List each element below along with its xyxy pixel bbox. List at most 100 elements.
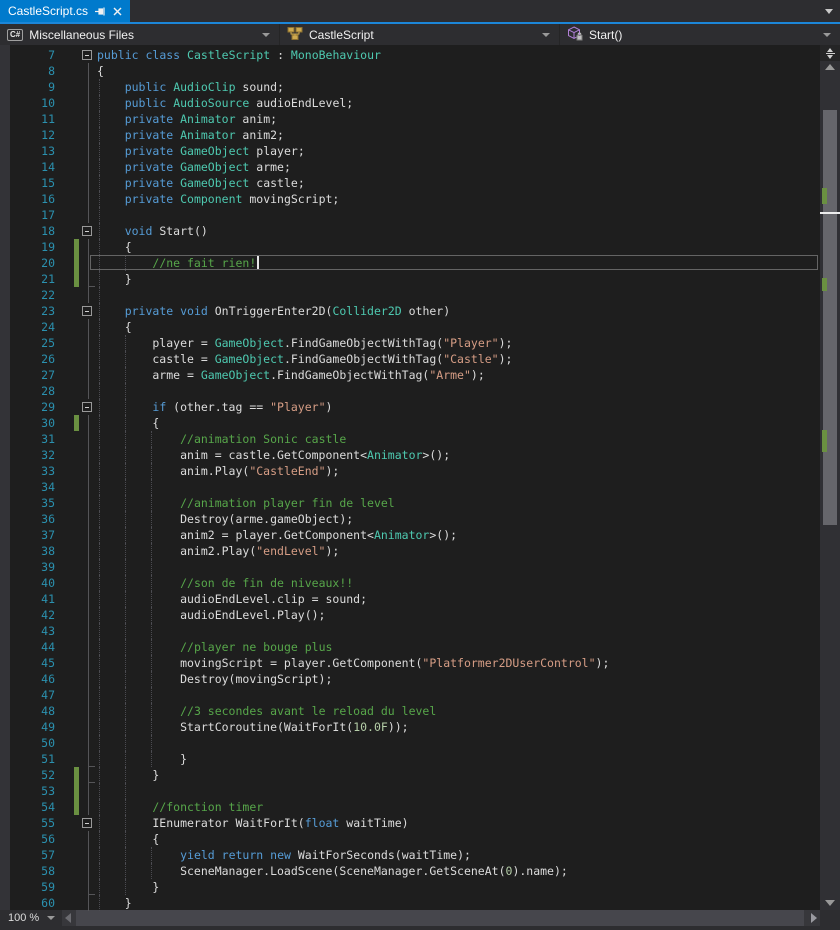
line-number: 38 bbox=[0, 543, 55, 559]
code-line[interactable]: 51 } bbox=[0, 751, 820, 767]
code-line[interactable]: 10 public AudioSource audioEndLevel; bbox=[0, 95, 820, 111]
fold-collapse-toggle[interactable] bbox=[82, 50, 92, 60]
indent-guide bbox=[99, 687, 100, 703]
code-line[interactable]: 36 Destroy(arme.gameObject); bbox=[0, 511, 820, 527]
code-line[interactable]: 11 private Animator anim; bbox=[0, 111, 820, 127]
code-line[interactable]: 21 } bbox=[0, 271, 820, 287]
code-line[interactable]: 56 { bbox=[0, 831, 820, 847]
code-line[interactable]: 31 //animation Sonic castle bbox=[0, 431, 820, 447]
pin-icon[interactable] bbox=[95, 6, 106, 17]
fold-collapse-toggle[interactable] bbox=[82, 402, 92, 412]
vertical-scrollbar-thumb[interactable] bbox=[823, 110, 837, 525]
outline-line bbox=[88, 527, 89, 543]
code-line[interactable]: 13 private GameObject player; bbox=[0, 143, 820, 159]
code-line[interactable]: 57 yield return new WaitForSeconds(waitT… bbox=[0, 847, 820, 863]
code-line[interactable]: 54 //fonction timer bbox=[0, 799, 820, 815]
code-line[interactable]: 50 bbox=[0, 735, 820, 751]
code-editor[interactable]: 7public class CastleScript : MonoBehavio… bbox=[0, 45, 840, 910]
code-line[interactable]: 35 //animation player fin de level bbox=[0, 495, 820, 511]
code-line[interactable]: 15 private GameObject castle; bbox=[0, 175, 820, 191]
chevron-down-icon bbox=[542, 33, 550, 37]
scrollbar-change-mark bbox=[822, 278, 827, 291]
fold-collapse-toggle[interactable] bbox=[82, 226, 92, 236]
code-line[interactable]: 58 SceneManager.LoadScene(SceneManager.G… bbox=[0, 863, 820, 879]
code-line[interactable]: 37 anim2 = player.GetComponent<Animator>… bbox=[0, 527, 820, 543]
horizontal-scrollbar[interactable] bbox=[62, 910, 820, 926]
code-line[interactable]: 47 bbox=[0, 687, 820, 703]
line-number: 41 bbox=[0, 591, 55, 607]
code-line[interactable]: 53 bbox=[0, 783, 820, 799]
scroll-down-button[interactable] bbox=[825, 900, 835, 906]
member-dropdown[interactable]: Start() bbox=[560, 24, 840, 45]
scrollbar-caret-marker bbox=[820, 212, 840, 214]
navigation-bar: C# Miscellaneous Files CastleScript bbox=[0, 22, 840, 45]
fold-collapse-toggle[interactable] bbox=[82, 818, 92, 828]
indent-guide bbox=[99, 783, 100, 799]
code-line[interactable]: 28 bbox=[0, 383, 820, 399]
code-line[interactable]: 55 IEnumerator WaitForIt(float waitTime) bbox=[0, 815, 820, 831]
code-line[interactable]: 20 //ne fait rien! bbox=[0, 255, 820, 271]
code-line[interactable]: 45 movingScript = player.GetComponent("P… bbox=[0, 655, 820, 671]
code-line[interactable]: 60 } bbox=[0, 895, 820, 911]
code-line[interactable]: 22 bbox=[0, 287, 820, 303]
code-line[interactable]: 52 } bbox=[0, 767, 820, 783]
code-line[interactable]: 8{ bbox=[0, 63, 820, 79]
scroll-up-button[interactable] bbox=[825, 64, 835, 70]
code-line[interactable]: 33 anim.Play("CastleEnd"); bbox=[0, 463, 820, 479]
code-line[interactable]: 9 public AudioClip sound; bbox=[0, 79, 820, 95]
zoom-select[interactable]: 100 % bbox=[0, 910, 62, 926]
outline-line bbox=[88, 687, 89, 703]
code-line[interactable]: 16 private Component movingScript; bbox=[0, 191, 820, 207]
line-number: 30 bbox=[0, 415, 55, 431]
line-number: 8 bbox=[0, 63, 55, 79]
code-line[interactable]: 59 } bbox=[0, 879, 820, 895]
indent-guide bbox=[125, 783, 126, 799]
code-line[interactable]: 23 private void OnTriggerEnter2D(Collide… bbox=[0, 303, 820, 319]
code-text: { bbox=[97, 831, 159, 847]
close-icon[interactable] bbox=[113, 7, 122, 16]
code-line[interactable]: 25 player = GameObject.FindGameObjectWit… bbox=[0, 335, 820, 351]
code-line[interactable]: 27 arme = GameObject.FindGameObjectWithT… bbox=[0, 367, 820, 383]
vertical-scrollbar[interactable] bbox=[820, 45, 840, 910]
tab-castlescript[interactable]: CastleScript.cs bbox=[0, 0, 130, 22]
code-line[interactable]: 7public class CastleScript : MonoBehavio… bbox=[0, 47, 820, 63]
horizontal-scrollbar-thumb[interactable] bbox=[76, 910, 804, 926]
type-dropdown[interactable]: CastleScript bbox=[280, 24, 560, 45]
code-line[interactable]: 32 anim = castle.GetComponent<Animator>(… bbox=[0, 447, 820, 463]
fold-collapse-toggle[interactable] bbox=[82, 306, 92, 316]
scroll-left-button[interactable] bbox=[65, 913, 71, 923]
code-line[interactable]: 42 audioEndLevel.Play(); bbox=[0, 607, 820, 623]
code-line[interactable]: 40 //son de fin de niveaux!! bbox=[0, 575, 820, 591]
code-line[interactable]: 48 //3 secondes avant le reload du level bbox=[0, 703, 820, 719]
code-line[interactable]: 26 castle = GameObject.FindGameObjectWit… bbox=[0, 351, 820, 367]
files-dropdown[interactable]: C# Miscellaneous Files bbox=[0, 24, 280, 45]
outline-line bbox=[88, 175, 89, 191]
code-line[interactable]: 30 { bbox=[0, 415, 820, 431]
line-number: 10 bbox=[0, 95, 55, 111]
code-line[interactable]: 34 bbox=[0, 479, 820, 495]
code-line[interactable]: 43 bbox=[0, 623, 820, 639]
code-line[interactable]: 46 Destroy(movingScript); bbox=[0, 671, 820, 687]
code-line[interactable]: 29 if (other.tag == "Player") bbox=[0, 399, 820, 415]
code-text: //player ne bouge plus bbox=[97, 639, 332, 655]
code-line[interactable]: 14 private GameObject arme; bbox=[0, 159, 820, 175]
indent-guide bbox=[125, 383, 126, 399]
code-text: movingScript = player.GetComponent("Plat… bbox=[97, 655, 609, 671]
code-line[interactable]: 38 anim2.Play("endLevel"); bbox=[0, 543, 820, 559]
code-line[interactable]: 24 { bbox=[0, 319, 820, 335]
outline-line bbox=[88, 127, 89, 143]
code-line[interactable]: 19 { bbox=[0, 239, 820, 255]
code-line[interactable]: 39 bbox=[0, 559, 820, 575]
code-line[interactable]: 18 void Start() bbox=[0, 223, 820, 239]
code-line[interactable]: 17 bbox=[0, 207, 820, 223]
splitter-handle[interactable] bbox=[820, 45, 840, 61]
code-line[interactable]: 44 //player ne bouge plus bbox=[0, 639, 820, 655]
code-line[interactable]: 49 StartCoroutine(WaitForIt(10.0F)); bbox=[0, 719, 820, 735]
code-line[interactable]: 12 private Animator anim2; bbox=[0, 127, 820, 143]
code-line[interactable]: 41 audioEndLevel.clip = sound; bbox=[0, 591, 820, 607]
line-number: 28 bbox=[0, 383, 55, 399]
open-files-chevron-down-icon[interactable] bbox=[825, 9, 833, 14]
code-text: Destroy(movingScript); bbox=[97, 671, 332, 687]
code-lines[interactable]: 7public class CastleScript : MonoBehavio… bbox=[0, 45, 820, 911]
scroll-right-button[interactable] bbox=[811, 913, 817, 923]
